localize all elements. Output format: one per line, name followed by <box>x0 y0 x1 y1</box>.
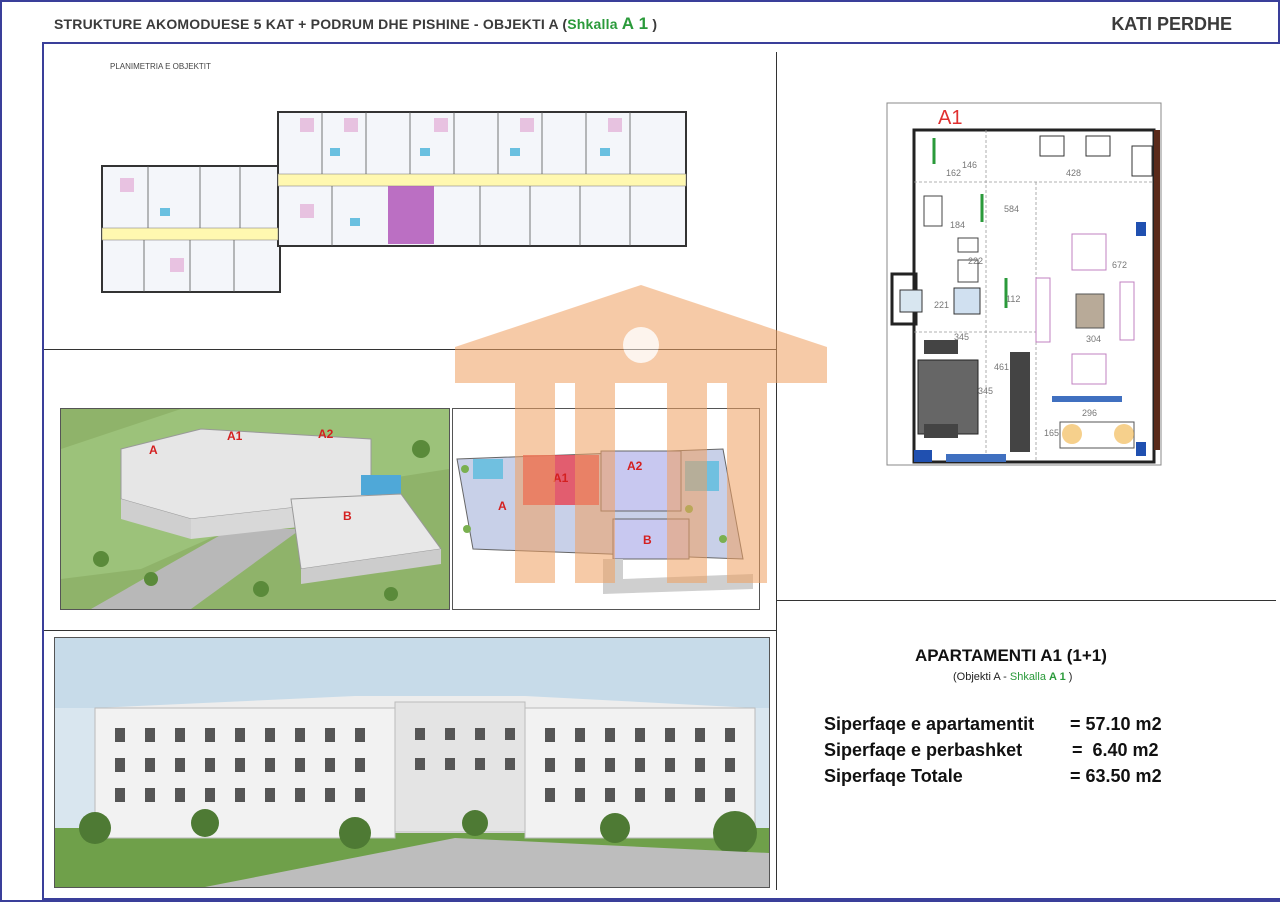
dim-345b: 345 <box>978 386 993 396</box>
aerial-label-a1: A1 <box>227 429 243 443</box>
apartment-unit-tag: A1 <box>938 107 962 129</box>
area-label-apartment: Siperfaqe e apartamentit <box>824 714 1035 734</box>
dim-184: 184 <box>950 220 965 230</box>
header-title-main: STRUKTURE AKOMODUESE 5 KAT + PODRUM DHE … <box>54 16 568 32</box>
aerial-label-a2: A2 <box>318 427 334 441</box>
area-value-total: = 63.50 m2 <box>1070 766 1162 786</box>
aerial-render: A A1 A2 B <box>60 408 450 610</box>
dim-221: 221 <box>934 300 949 310</box>
header-title-shkalla: Shkalla <box>567 16 618 32</box>
subtitle-close: ) <box>1065 671 1073 683</box>
header-title-close: ) <box>648 16 658 32</box>
dim-165: 165 <box>1044 428 1059 438</box>
subtitle-stair-code: A 1 <box>1049 671 1066 683</box>
dim-672: 672 <box>1112 260 1127 270</box>
area-value-common: = 6.40 m2 <box>1072 740 1159 760</box>
area-label-common: Siperfaqe e perbashket <box>824 740 1023 760</box>
divider-right-mid <box>776 600 1276 601</box>
dim-222: 222 <box>968 256 983 266</box>
dim-296: 296 <box>1082 408 1097 418</box>
aerial-label-a: A <box>149 443 158 457</box>
dim-146: 146 <box>962 160 977 170</box>
dim-162: 162 <box>946 168 961 178</box>
header-title-stair-code: A 1 <box>621 14 649 33</box>
aerial-label-b: B <box>343 509 352 523</box>
apartment-title: APARTAMENTI A1 (1+1) <box>915 646 1107 665</box>
area-value-apartment: = 57.10 m2 <box>1070 714 1162 734</box>
floor-title: KATI PERDHE <box>1111 14 1232 34</box>
building-render <box>54 637 770 888</box>
header-bar: STRUKTURE AKOMODUESE 5 KAT + PODRUM DHE … <box>2 2 1278 42</box>
apartment-floorplan: A1 146 162 428 584 184 222 221 112 672 3… <box>886 102 1162 466</box>
divider-left-bottom <box>44 630 776 631</box>
logo-watermark <box>455 285 827 583</box>
dim-428: 428 <box>1066 168 1081 178</box>
apartment-subtitle: (Objekti A - Shkalla A 1 ) <box>953 671 1072 683</box>
header-title: STRUKTURE AKOMODUESE 5 KAT + PODRUM DHE … <box>54 14 657 34</box>
dim-461: 461 <box>994 362 1009 372</box>
floorplan-label: PLANIMETRIA E OBJEKTIT <box>110 62 211 71</box>
building-floorplan <box>101 111 687 293</box>
subtitle-shkalla: Shkalla <box>1009 671 1049 683</box>
dim-345a: 345 <box>954 332 969 342</box>
dim-112: 112 <box>1006 294 1020 304</box>
subtitle-object: (Objekti A - <box>953 671 1010 683</box>
area-label-total: Siperfaqe Totale <box>824 766 963 786</box>
dim-584: 584 <box>1004 204 1019 214</box>
dim-304: 304 <box>1086 334 1101 344</box>
